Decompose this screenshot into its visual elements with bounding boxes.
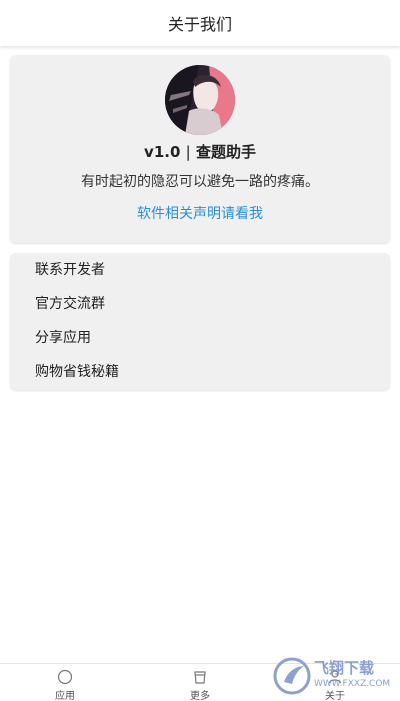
menu-item-contact-developer[interactable]: 联系开发者 <box>10 253 390 287</box>
nav-label-more: 更多 <box>190 691 210 701</box>
cup-icon <box>194 671 206 684</box>
app-name: 查题助手 <box>195 143 256 161</box>
page-title: 关于我们 <box>167 15 232 34</box>
about-card: v1.0 | 查题助手 有时起初的隐忍可以避免一路的疼痛。 软件相关声明请看我 <box>10 55 390 243</box>
version-label: v1.0 <box>144 143 181 161</box>
avatar <box>165 65 235 135</box>
disclaimer-link[interactable]: 软件相关声明请看我 <box>10 203 390 223</box>
watermark-logo-icon <box>273 657 311 695</box>
menu-item-shopping-tips[interactable]: 购物省钱秘籍 <box>10 355 390 389</box>
menu-list: 联系开发者 官方交流群 分享应用 购物省钱秘籍 <box>10 253 390 390</box>
app-title: v1.0 | 查题助手 <box>10 141 390 162</box>
watermark: 飞翔下载 WWW.FXXZ.COM <box>272 655 392 697</box>
nav-tab-apps[interactable]: 应用 <box>25 664 105 701</box>
menu-item-official-group[interactable]: 官方交流群 <box>10 287 390 321</box>
page-header: 关于我们 <box>0 0 400 46</box>
avatar-illustration-icon <box>165 65 235 135</box>
about-page: 关于我们 v1.0 | 查题助手 有时起初的隐忍可以避免一路的疼痛。 软件相关声… <box>0 0 400 701</box>
circle-icon <box>57 669 73 685</box>
slogan-text: 有时起初的隐忍可以避免一路的疼痛。 <box>81 174 319 190</box>
nav-label-apps: 应用 <box>55 691 75 701</box>
title-separator: | <box>185 143 191 161</box>
menu-item-share-app[interactable]: 分享应用 <box>10 321 390 355</box>
nav-tab-more[interactable]: 更多 <box>160 664 240 701</box>
watermark-url: WWW.FXXZ.COM <box>314 679 391 689</box>
watermark-brand: 飞翔下载 <box>314 659 375 677</box>
